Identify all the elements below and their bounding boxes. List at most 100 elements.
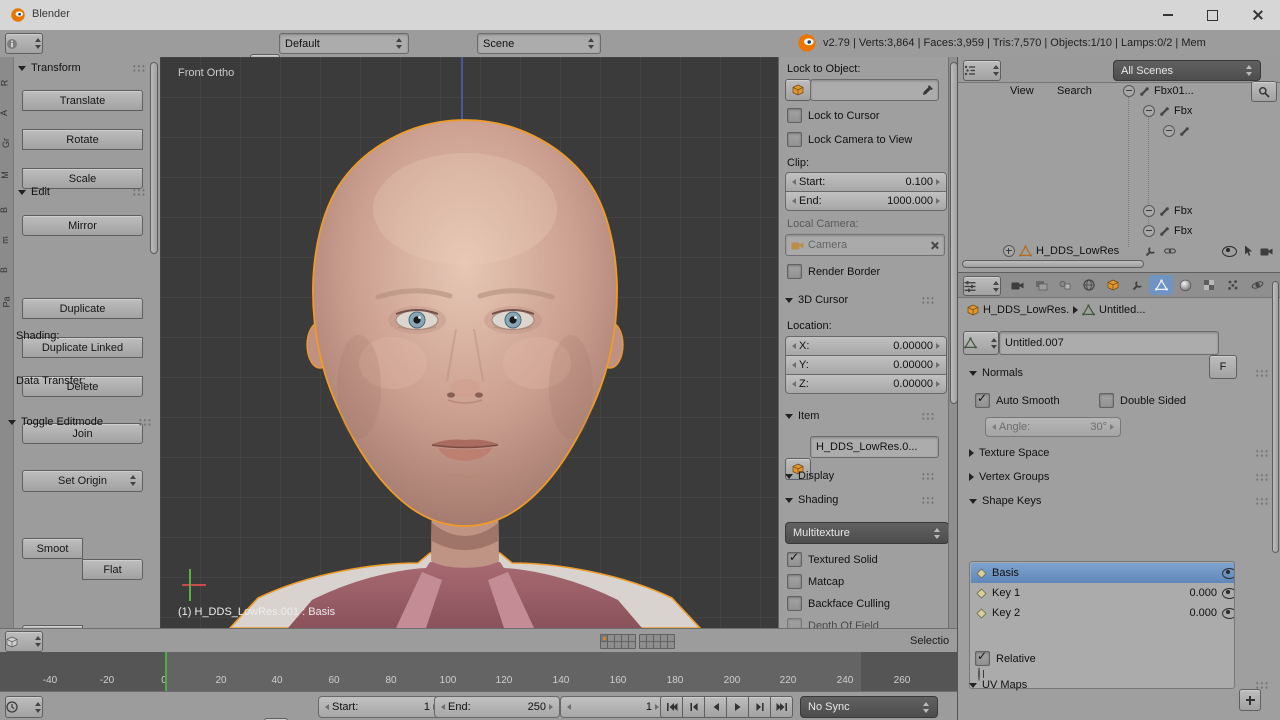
screen-layout-field[interactable]: Default (279, 33, 409, 54)
layer-cell[interactable] (628, 641, 636, 649)
properties-scrollbar[interactable] (1272, 281, 1278, 571)
outliner-item-label[interactable]: H_DDS_LowRes (1036, 245, 1119, 257)
decrement-icon[interactable] (567, 704, 571, 710)
panel-header-vertex-groups[interactable]: Vertex Groups (969, 471, 1269, 483)
panel-drag-dots[interactable] (1255, 473, 1269, 482)
layer-cell[interactable] (667, 641, 675, 649)
breadcrumb-object[interactable]: H_DDS_LowRes... (983, 304, 1069, 316)
auto-smooth-angle-slider[interactable]: Angle: 30° (985, 417, 1121, 437)
mute-eye-icon[interactable] (1222, 608, 1235, 619)
editor-type-selector-info[interactable] (5, 33, 43, 54)
collapse-circle-icon[interactable] (1163, 125, 1175, 137)
outliner-horizontal-scrollbar[interactable] (962, 260, 1272, 267)
backface-culling-checkbox[interactable] (787, 596, 802, 611)
panel-header-3d-cursor[interactable]: 3D Cursor (785, 294, 935, 306)
frame-end-field[interactable]: End: 250 (434, 696, 560, 718)
close-button[interactable] (1235, 0, 1280, 30)
panel-drag-dots[interactable] (921, 496, 935, 505)
tool-shelf-scrollbar[interactable] (149, 57, 158, 628)
shape-key-row-basis[interactable]: Basis (971, 563, 1235, 583)
sync-mode-dropdown[interactable]: No Sync (800, 696, 938, 718)
panel-drag-dots[interactable] (921, 472, 935, 481)
tab-texture[interactable] (1197, 275, 1221, 295)
auto-smooth-checkbox[interactable] (975, 393, 990, 408)
decrement-icon[interactable] (441, 704, 445, 710)
decrement-icon[interactable] (792, 381, 796, 387)
frame-start-field[interactable]: Start: 1 (318, 696, 444, 718)
panel-header-texture-space[interactable]: Texture Space (969, 447, 1269, 459)
editor-type-selector-timeline[interactable] (5, 696, 43, 718)
increment-icon[interactable] (936, 362, 940, 368)
prev-keyframe-button[interactable] (682, 696, 705, 718)
shading-mode-dropdown[interactable]: Multitexture (785, 522, 949, 544)
lock-camera-row[interactable]: Lock Camera to View (787, 132, 912, 147)
datablock-name-field[interactable]: Untitled.007 (999, 331, 1219, 355)
increment-icon[interactable] (1110, 424, 1114, 430)
outliner-item-label[interactable]: Fbx (1174, 205, 1192, 217)
outliner-item-label[interactable]: Fbx01... (1154, 85, 1194, 97)
clip-end-field[interactable]: End: 1000.000 (785, 191, 947, 211)
tab-object-data-active[interactable] (1149, 275, 1173, 295)
tab-physics[interactable] (1245, 275, 1269, 295)
editor-type-selector-outliner[interactable] (963, 60, 1001, 81)
item-name-field[interactable]: H_DDS_LowRes.0... (810, 436, 939, 458)
rotate-button[interactable]: Rotate (22, 129, 143, 150)
shelf-tab-2[interactable]: Gr (1, 138, 11, 148)
minimize-button[interactable] (1145, 0, 1190, 30)
viewport-3d[interactable]: Front Ortho (1) H_DDS_LowRes.001 : Basis (160, 57, 778, 628)
playhead-current-frame-line[interactable] (165, 652, 167, 691)
cursor-z-field[interactable]: Z: 0.00000 (785, 374, 947, 394)
textured-solid-checkbox[interactable] (787, 552, 802, 567)
panel-drag-dots[interactable] (132, 64, 146, 73)
editor-type-selector-properties[interactable] (963, 276, 1001, 296)
outliner-row-hdds-lowres[interactable]: H_DDS_LowRes (1003, 245, 1273, 257)
cursor-x-field[interactable]: X: 0.00000 (785, 336, 947, 356)
double-sided-row[interactable]: Double Sided (1099, 393, 1186, 408)
decrement-icon[interactable] (325, 704, 329, 710)
mute-eye-icon[interactable] (1222, 568, 1235, 579)
panel-header-toggle-editmode[interactable]: Toggle Editmode (8, 416, 152, 428)
decrement-icon[interactable] (792, 179, 796, 185)
panel-drag-dots[interactable] (132, 188, 146, 197)
shape-key-add-button[interactable] (1239, 689, 1261, 711)
panel-header-uv-maps[interactable]: UV Maps (969, 679, 1269, 691)
layers-group-1[interactable] (600, 634, 634, 647)
shelf-tab-7[interactable]: Pa (2, 296, 12, 307)
lock-camera-checkbox[interactable] (787, 132, 802, 147)
outliner-search-button[interactable] (1251, 81, 1277, 102)
collapse-circle-icon[interactable] (1123, 85, 1135, 97)
outliner-row-fbx01[interactable]: Fbx01... (1123, 85, 1194, 97)
scrollbar-thumb[interactable] (962, 260, 1144, 268)
timeline-frame-menu[interactable]: Frame (142, 714, 182, 720)
decrement-icon[interactable] (792, 343, 796, 349)
set-origin-dropdown[interactable]: Set Origin (22, 470, 143, 492)
shelf-tab-5[interactable]: m (0, 236, 10, 244)
relative-checkbox[interactable] (975, 651, 990, 666)
matcap-checkbox[interactable] (787, 574, 802, 589)
tab-render-layers[interactable] (1029, 275, 1053, 295)
increment-icon[interactable] (936, 179, 940, 185)
scene-field[interactable]: Scene (477, 33, 601, 54)
timeline-marker-menu[interactable]: Marker (88, 714, 130, 720)
collapse-circle-icon[interactable] (1143, 205, 1155, 217)
visibility-eye-icon[interactable] (1222, 246, 1237, 257)
shelf-tab-0[interactable]: R (0, 80, 9, 87)
increment-icon[interactable] (936, 198, 940, 204)
textured-solid-row[interactable]: Textured Solid (787, 552, 878, 567)
collapse-circle-icon[interactable] (1143, 225, 1155, 237)
shape-key-row-key1[interactable]: Key 1 0.000 (971, 583, 1235, 603)
increment-icon[interactable] (655, 704, 659, 710)
increment-icon[interactable] (936, 381, 940, 387)
outliner-display-mode-dropdown[interactable]: All Scenes (1113, 60, 1261, 81)
shelf-tab-6[interactable]: B (0, 267, 9, 273)
jump-to-end-button[interactable] (770, 696, 793, 718)
play-button[interactable] (726, 696, 749, 718)
mesh-datablock-browse-button[interactable] (963, 331, 999, 355)
timeline-playback-menu[interactable]: Playback (190, 714, 243, 720)
shelf-tab-1[interactable]: A (0, 110, 9, 116)
tab-material[interactable] (1173, 275, 1197, 295)
panel-header-item[interactable]: Item (785, 410, 935, 422)
lock-to-cursor-checkbox[interactable] (787, 108, 802, 123)
outliner-item-label[interactable]: Fbx (1174, 105, 1192, 117)
clear-icon[interactable] (930, 241, 939, 250)
